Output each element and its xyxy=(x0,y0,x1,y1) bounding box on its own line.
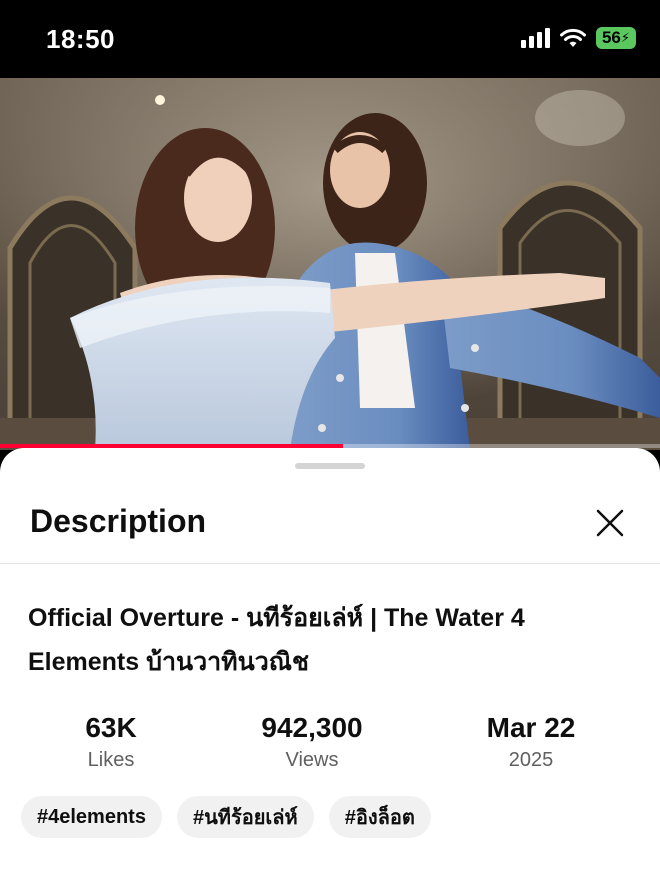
status-icons: 56 ⚡ xyxy=(521,27,636,49)
views-count: 942,300 xyxy=(261,712,363,743)
wifi-icon xyxy=(560,28,586,47)
hashtag-chip[interactable]: #นทีร้อยเล่ห์ xyxy=(176,796,314,838)
views-label: Views xyxy=(285,749,339,771)
cellular-signal-icon xyxy=(521,28,550,48)
date-stat: Mar 22 2025 xyxy=(431,710,631,774)
description-title: Description xyxy=(30,503,207,539)
hashtag-chip[interactable]: #อิงล็อต xyxy=(328,796,431,838)
video-player[interactable] xyxy=(0,78,660,450)
likes-label: Likes xyxy=(87,749,135,771)
likes-stat: 63K Likes xyxy=(11,710,211,774)
hashtag-chip[interactable]: #4elements xyxy=(21,796,162,838)
status-time: 18:50 xyxy=(46,24,115,54)
close-icon xyxy=(596,509,624,537)
video-frame xyxy=(0,78,660,450)
hashtag-list: #4elements #นทีร้อยเล่ห์ #อิงล็อต xyxy=(21,796,431,838)
description-sheet: Description Official Overture - นทีร้อยเ… xyxy=(0,448,660,878)
battery-charging-icon: 56 ⚡ xyxy=(596,27,636,49)
views-stat: 942,300 Views xyxy=(212,710,412,774)
video-title: Official Overture - นทีร้อยเล่ห์ | The W… xyxy=(28,604,525,676)
publish-year: 2025 xyxy=(508,749,554,771)
battery-level: 56 xyxy=(601,28,621,47)
divider xyxy=(0,563,660,564)
status-bar: 18:50 56 ⚡ xyxy=(0,0,660,78)
likes-count: 63K xyxy=(85,712,137,743)
drag-handle[interactable] xyxy=(295,463,365,469)
publish-date: Mar 22 xyxy=(486,712,576,743)
close-button[interactable] xyxy=(590,503,630,543)
